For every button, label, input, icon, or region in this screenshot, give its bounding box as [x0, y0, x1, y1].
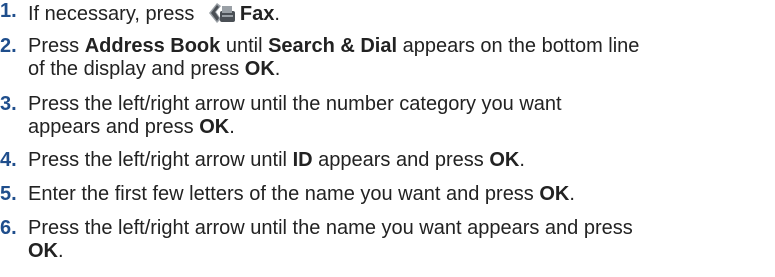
step-number: 1.: [0, 0, 17, 22]
step-text-part: appears and press: [312, 149, 490, 171]
step-text-part: Press: [28, 35, 85, 57]
step-text-part: .: [569, 183, 575, 205]
step-text-part: Enter the first few letters of the name …: [28, 183, 540, 205]
step-text-part: Press the left/right arrow until: [28, 149, 293, 171]
step-text-part: .: [274, 3, 280, 25]
step-text: Enter the first few letters of the name …: [28, 183, 773, 206]
step-number: 5.: [0, 183, 17, 205]
bold-term: OK: [539, 183, 570, 205]
bold-term: Fax: [239, 3, 275, 25]
bold-term: OK: [244, 58, 275, 80]
step-number: 2.: [0, 35, 17, 57]
step-text-part: of the display and press: [28, 58, 245, 80]
step-text-part: .: [274, 58, 281, 80]
step-text-part: appears and press: [28, 116, 200, 138]
step-text-part: .: [519, 149, 525, 171]
step-number: 6.: [0, 217, 17, 239]
bold-term: OK: [489, 149, 520, 171]
step-text: Press Address Book until Search & Dial a…: [28, 35, 773, 81]
step-text-part: Press the left/right arrow until the num…: [28, 93, 562, 115]
step-number: 3.: [0, 93, 17, 115]
bold-term: Search & Dial: [268, 35, 398, 57]
fax-icon: [208, 3, 235, 23]
bold-term: ID: [292, 149, 313, 171]
step-text-part: .: [229, 116, 235, 138]
step-text: Press the left/right arrow until the num…: [28, 93, 773, 139]
step-text-part: .: [58, 240, 64, 262]
step-text: If necessary, press Fax.: [28, 0, 773, 26]
step-text-part: Press the left/right arrow until the nam…: [28, 217, 633, 239]
step-text: Press the left/right arrow until ID appe…: [28, 149, 773, 172]
step-text-part: If necessary, press: [28, 3, 200, 25]
bold-term: Address Book: [84, 35, 221, 57]
bold-term: OK: [199, 116, 230, 138]
step-number: 4.: [0, 149, 17, 171]
step-text-part: until: [220, 35, 269, 57]
bold-term: OK: [28, 240, 58, 262]
step-text: Press the left/right arrow until the nam…: [28, 217, 773, 263]
step-text-part: appears on the bottom line: [397, 35, 640, 57]
